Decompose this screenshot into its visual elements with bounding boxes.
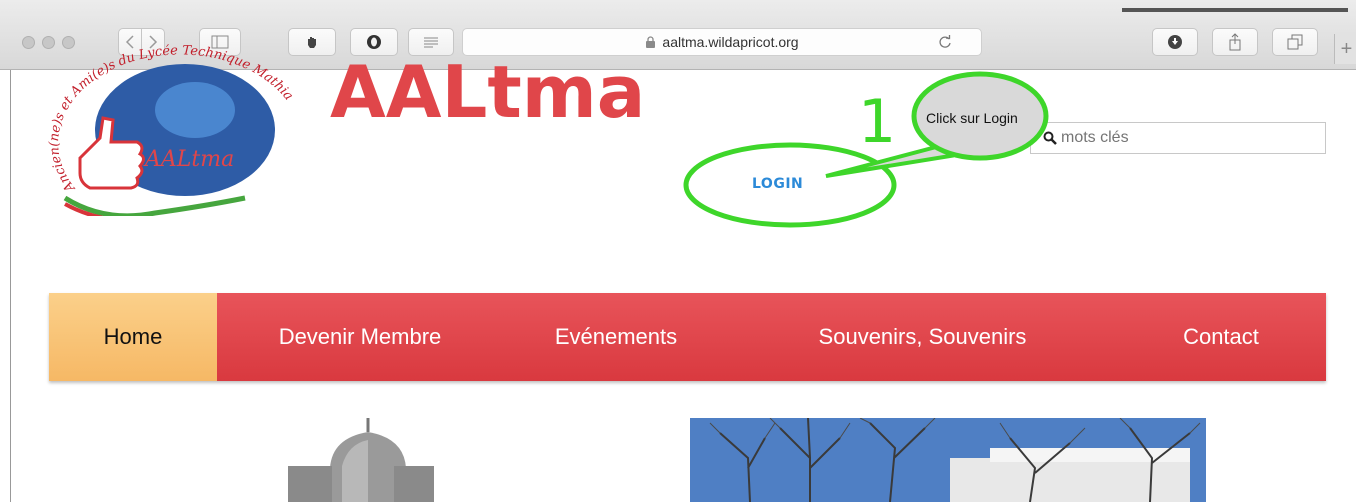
lock-icon bbox=[646, 36, 656, 48]
login-link[interactable]: LOGIN bbox=[752, 176, 803, 192]
url-text: aaltma.wildapricot.org bbox=[662, 34, 799, 50]
share-icon bbox=[1229, 33, 1241, 51]
new-tab-button[interactable]: + bbox=[1334, 34, 1356, 64]
reload-icon[interactable] bbox=[937, 34, 953, 50]
close-window-button[interactable] bbox=[22, 36, 35, 49]
school-building-photo bbox=[690, 418, 1206, 502]
site-logo[interactable]: Ancien(ne)s et Ami(e)s du Lycée Techniqu… bbox=[45, 38, 315, 216]
nav-item-home[interactable]: Home bbox=[49, 293, 217, 381]
downloads-button[interactable] bbox=[1152, 28, 1198, 56]
reader-lines-icon bbox=[424, 37, 438, 48]
callout-text: Click sur Login bbox=[926, 110, 1018, 126]
tabs-icon bbox=[1287, 34, 1303, 50]
tower-photo bbox=[282, 418, 442, 502]
share-button[interactable] bbox=[1212, 28, 1258, 56]
o-circle-icon bbox=[367, 35, 381, 49]
search-input[interactable] bbox=[1061, 129, 1301, 147]
nav-item-contact[interactable]: Contact bbox=[1116, 293, 1326, 381]
step-number: 1 bbox=[858, 87, 897, 157]
main-nav: Home Devenir Membre Evénements Souvenirs… bbox=[49, 293, 1326, 381]
download-icon bbox=[1168, 35, 1182, 49]
tab-indicator bbox=[1122, 8, 1348, 12]
search-icon bbox=[1043, 131, 1057, 145]
tabs-overview-button[interactable] bbox=[1272, 28, 1318, 56]
nav-item-evenements[interactable]: Evénements bbox=[503, 293, 729, 381]
search-box[interactable] bbox=[1030, 122, 1326, 154]
site-title[interactable]: AALtma bbox=[330, 56, 645, 128]
nav-item-devenir-membre[interactable]: Devenir Membre bbox=[217, 293, 503, 381]
nav-item-souvenirs[interactable]: Souvenirs, Souvenirs bbox=[729, 293, 1116, 381]
logo-center-text: AALtma bbox=[143, 147, 234, 172]
